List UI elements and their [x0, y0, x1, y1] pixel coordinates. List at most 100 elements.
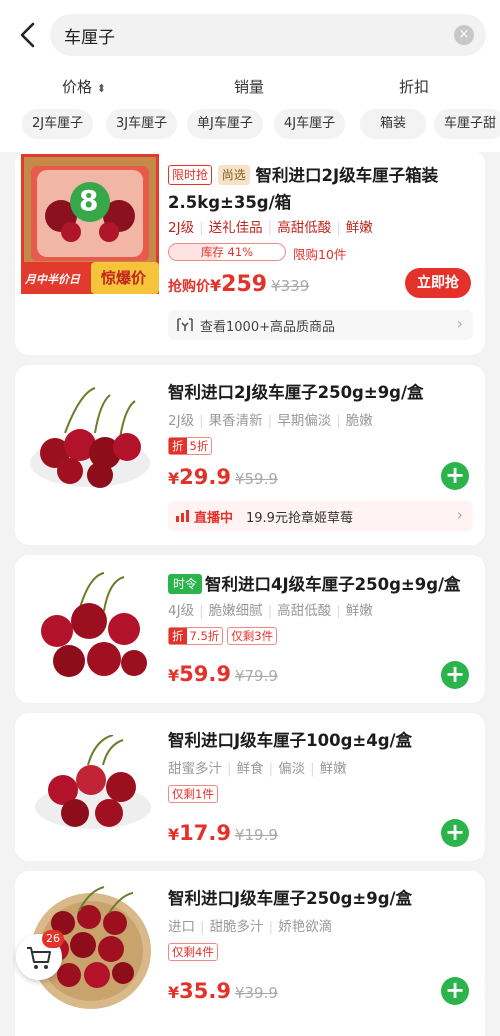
product-card[interactable]: 智利进口J级车厘子250g±9g/盒 进口甜脆多汁娇艳欲滴 仅剩4件 ¥35.9… [15, 871, 485, 1036]
live-text: 19.9元抢章姬草莓 [246, 511, 353, 526]
tag: 甜蜜多汁 [168, 761, 222, 777]
chip-sweet[interactable]: 车厘子甜 [434, 109, 500, 139]
yen-symbol: ¥ [168, 666, 180, 685]
original-price: ¥79.9 [234, 667, 278, 685]
tag: 高甜低酸 [263, 603, 332, 619]
add-to-cart-button[interactable]: + [441, 462, 469, 490]
discount-tag: 折 [169, 628, 187, 644]
tag: 2J级 [168, 413, 195, 429]
product-tags: 4J级脆嫩细腻高甜低酸鲜嫩 [168, 599, 373, 619]
price-value: 259 [221, 272, 268, 297]
back-arrow-icon[interactable] [14, 20, 44, 50]
yen-symbol: ¥ [168, 983, 180, 1002]
chip-single-j[interactable]: 单J车厘子 [187, 109, 263, 139]
price: ¥29.9 ¥59.9 [168, 465, 278, 489]
original-price: ¥59.9 [234, 470, 278, 488]
chip-boxed[interactable]: 箱装 [360, 109, 427, 139]
live-bars-icon [176, 510, 189, 522]
live-stream-banner[interactable]: 直播中 19.9元抢章姬草莓 › [168, 501, 473, 531]
price: ¥59.9 ¥79.9 [168, 662, 278, 686]
tag: 2J级 [168, 220, 195, 236]
remaining-badge: 仅剩3件 [227, 627, 278, 645]
discount-badge-box: 折 5折 [168, 437, 213, 455]
product-card[interactable]: 智利进口J级车厘子100g±4g/盒 甜蜜多汁鲜食偏淡鲜嫩 仅剩1件 ¥17.9… [15, 713, 485, 861]
tag: 送礼佳品 [194, 220, 263, 236]
remaining-badge: 仅剩1件 [168, 785, 218, 803]
product-title[interactable]: 智利进口J级车厘子250g±9g/盒 [168, 885, 412, 912]
sort-discount[interactable]: 折扣 [399, 76, 429, 97]
flash-sale-badge: 限时抢 [168, 165, 213, 185]
chip-4j[interactable]: 4J车厘子 [274, 109, 346, 139]
discount-badge: 折 7.5折 [168, 627, 224, 645]
product-tags: 进口甜脆多汁娇艳欲滴 [168, 915, 332, 935]
product-title[interactable]: 限时抢 尚选 智利进口2J级车厘子箱装2.5kg±35g/箱 [168, 162, 468, 216]
tag: 鲜嫩 [331, 603, 373, 619]
search-input[interactable]: 车厘子 × [50, 14, 486, 56]
more-products-link[interactable]: 查看1000+高品质商品 › [168, 310, 473, 340]
price-value: 17.9 [179, 821, 231, 845]
tag: 甜脆多汁 [195, 919, 264, 935]
badges: 折 7.5折 仅剩3件 [168, 625, 281, 645]
discount-value: 5折 [189, 439, 209, 453]
product-title[interactable]: 智利进口2J级车厘子250g±9g/盒 [168, 379, 424, 406]
price: ¥17.9 ¥19.9 [168, 821, 278, 845]
product-card[interactable]: 时令智利进口4J级车厘子250g±9g/盒 4J级脆嫩细腻高甜低酸鲜嫩 折7.5… [15, 555, 485, 703]
chip-2j[interactable]: 2J车厘子 [22, 109, 94, 139]
product-image[interactable]: 8 月中半价日 惊爆价 [21, 154, 159, 294]
add-to-cart-button[interactable]: + [441, 661, 469, 689]
live-label: 直播中 [194, 511, 234, 526]
flash-price: 抢购价¥259 ¥339 [168, 272, 309, 297]
cart-icon [27, 947, 51, 969]
sort-arrow-icon: ⬍ [96, 82, 107, 95]
clear-icon[interactable]: × [454, 25, 474, 45]
shop-icon [177, 318, 193, 331]
product-title[interactable]: 智利进口J级车厘子100g±4g/盒 [168, 727, 412, 754]
original-price: ¥39.9 [234, 984, 278, 1002]
price-value: 29.9 [179, 465, 231, 489]
tag: 娇艳欲滴 [264, 919, 333, 935]
discount-value: 7.5折 [189, 629, 220, 643]
tag: 偏淡 [264, 761, 306, 777]
product-tags: 2J级果香清新早期偏淡脆嫩 [168, 409, 373, 429]
badges: 仅剩4件 [168, 941, 222, 961]
original-price: ¥339 [271, 277, 310, 295]
original-price: ¥19.9 [234, 826, 278, 844]
product-card-flash[interactable]: 8 月中半价日 惊爆价 限时抢 尚选 智利进口2J级车厘子箱装2.5kg±35g… [15, 150, 485, 355]
price-value: 59.9 [179, 662, 231, 686]
sort-sales[interactable]: 销量 [234, 76, 264, 97]
add-to-cart-button[interactable]: + [441, 819, 469, 847]
stock-label: 库存 41% [200, 245, 254, 259]
product-title[interactable]: 时令 智利进口4J级车厘子250g±9g/盒 [168, 571, 461, 598]
gift-number: 8 [79, 184, 99, 217]
tag: 脆嫩 [331, 413, 373, 429]
sort-price[interactable]: 价格 ⬍ [62, 76, 106, 97]
tag: 鲜食 [222, 761, 264, 777]
add-to-cart-button[interactable]: + [441, 977, 469, 1005]
product-tags: 2J级送礼佳品高甜低酸鲜嫩 [168, 216, 373, 236]
search-query[interactable]: 车厘子 [64, 23, 115, 48]
stock-bar: 库存 41% [168, 243, 286, 261]
season-badge: 时令 [168, 574, 203, 594]
yen-symbol: ¥ [168, 469, 180, 488]
chevron-right-icon: › [456, 505, 463, 524]
price-label: 抢购价 [168, 279, 210, 295]
cart-button[interactable]: 26 [16, 930, 64, 980]
cart-count-badge: 26 [42, 930, 64, 948]
product-title-text: 智利进口4J级车厘子250g±9g/盒 [205, 575, 461, 594]
search-header: 车厘子 × 价格 ⬍ 销量 折扣 2J车厘子 3J车厘子 单J车厘子 4J车厘子… [0, 0, 500, 152]
tag: 脆嫩细腻 [194, 603, 263, 619]
product-image[interactable] [33, 734, 153, 835]
cherry-image [35, 734, 151, 829]
product-image[interactable] [25, 383, 155, 493]
tag: 高甜低酸 [263, 220, 332, 236]
yen-symbol: ¥ [210, 276, 222, 295]
tag: 4J级 [168, 603, 195, 619]
chip-3j[interactable]: 3J车厘子 [106, 109, 178, 139]
filter-chips: 2J车厘子 3J车厘子 单J车厘子 4J车厘子 箱装 车厘子甜 [0, 109, 500, 139]
product-card[interactable]: 智利进口2J级车厘子250g±9g/盒 2J级果香清新早期偏淡脆嫩 折5折 ¥2… [15, 365, 485, 545]
tag: 进口 [168, 919, 195, 935]
buy-now-button[interactable]: 立即抢 [405, 268, 471, 298]
sort-bar: 价格 ⬍ 销量 折扣 [0, 76, 500, 98]
product-image[interactable] [29, 571, 154, 691]
badges: 仅剩1件 [168, 783, 222, 803]
